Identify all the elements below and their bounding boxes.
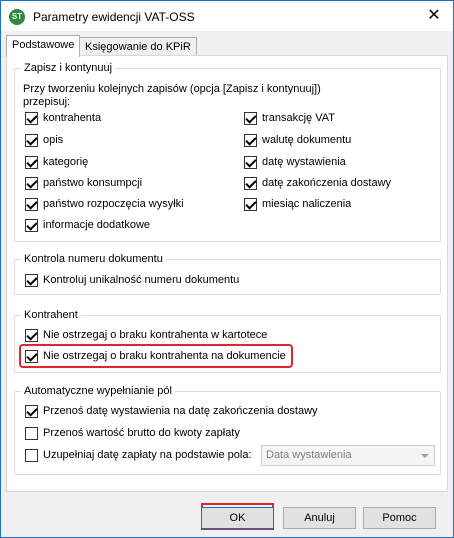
- checkbox-label: informacje dodatkowe: [43, 219, 151, 231]
- chevron-down-icon[interactable]: [421, 454, 429, 458]
- checkbox-label: kontrahenta: [43, 112, 102, 124]
- tab-ksiegowanie-kpir[interactable]: Księgowanie do KPiR: [79, 37, 197, 56]
- date-source-select[interactable]: Data wystawienia: [261, 445, 435, 466]
- ok-button[interactable]: OK: [201, 507, 274, 529]
- checkbox-date-zakonczenia-dostawy[interactable]: datę zakończenia dostawy: [244, 175, 391, 191]
- checkbox-box[interactable]: [25, 404, 38, 418]
- checkbox-box[interactable]: [244, 197, 257, 211]
- checkbox-label: państwo rozpoczęcia wysyłki: [43, 198, 184, 210]
- checkbox-label: datę wystawienia: [262, 156, 346, 168]
- checkbox-label: Przenoś datę wystawienia na datę zakończ…: [43, 405, 318, 417]
- checkbox-informacje-dodatkowe[interactable]: informacje dodatkowe: [25, 217, 150, 233]
- dialog-window: ST Parametry ewidencji VAT-OSS ✕ Podstaw…: [0, 0, 454, 538]
- checkbox-panstwo-rozpoczecia[interactable]: państwo rozpoczęcia wysyłki: [25, 196, 184, 212]
- info-line-1: Przy tworzeniu kolejnych zapisów (opcja …: [23, 83, 321, 95]
- checkbox-kontrahenta[interactable]: kontrahenta: [25, 110, 101, 126]
- checkbox-label: Nie ostrzegaj o braku kontrahenta na dok…: [43, 350, 286, 362]
- select-value: Data wystawienia: [266, 449, 352, 461]
- checkbox-label: Przenoś wartość brutto do kwoty zapłaty: [43, 427, 240, 439]
- checkbox-label: transakcję VAT: [262, 112, 335, 124]
- cancel-button[interactable]: Anuluj: [283, 507, 356, 529]
- checkbox-kategorie[interactable]: kategorię: [25, 154, 88, 170]
- checkbox-przenos-wartosc-brutto[interactable]: Przenoś wartość brutto do kwoty zapłaty: [25, 425, 240, 441]
- group-legend: Kontrola numeru dokumentu: [21, 253, 166, 265]
- group-legend: Zapisz i kontynuuj: [21, 62, 116, 74]
- checkbox-nie-ostrzegaj-dokument[interactable]: Nie ostrzegaj o braku kontrahenta na dok…: [25, 348, 286, 364]
- checkbox-box[interactable]: [25, 155, 38, 169]
- checkbox-box[interactable]: [25, 328, 38, 342]
- checkbox-box[interactable]: [25, 133, 38, 147]
- checkbox-box[interactable]: [244, 155, 257, 169]
- checkbox-box[interactable]: [244, 133, 257, 147]
- checkbox-walute-dokumentu[interactable]: walutę dokumentu: [244, 132, 351, 148]
- checkbox-label: miesiąc naliczenia: [262, 198, 352, 210]
- checkbox-label: kategorię: [43, 156, 89, 168]
- checkbox-date-wystawienia[interactable]: datę wystawienia: [244, 154, 346, 170]
- checkbox-label: Uzupełniaj datę zapłaty na podstawie pol…: [43, 449, 252, 461]
- checkbox-panstwo-konsumpcji[interactable]: państwo konsumpcji: [25, 175, 142, 191]
- tab-podstawowe[interactable]: Podstawowe: [6, 35, 81, 57]
- checkbox-kontroluj-unikalnosc[interactable]: Kontroluj unikalność numeru dokumentu: [25, 272, 239, 288]
- checkbox-box[interactable]: [244, 111, 257, 125]
- help-button[interactable]: Pomoc: [363, 507, 436, 529]
- checkbox-transakcje-vat[interactable]: transakcję VAT: [244, 110, 335, 126]
- checkbox-label: Kontroluj unikalność numeru dokumentu: [43, 274, 240, 286]
- checkbox-uzupelniaj-date-zaplaty[interactable]: Uzupełniaj datę zapłaty na podstawie pol…: [25, 447, 252, 463]
- checkbox-label: opis: [43, 134, 64, 146]
- checkbox-box[interactable]: [244, 176, 257, 190]
- checkbox-label: walutę dokumentu: [262, 134, 352, 146]
- app-logo-icon: ST: [9, 9, 25, 25]
- group-legend: Automatyczne wypełnianie pól: [21, 385, 175, 397]
- group-legend: Kontrahent: [21, 309, 81, 321]
- checkbox-przenos-date-wystawienia[interactable]: Przenoś datę wystawienia na datę zakończ…: [25, 403, 318, 419]
- checkbox-box[interactable]: [25, 349, 38, 363]
- checkbox-miesiac-naliczenia[interactable]: miesiąc naliczenia: [244, 196, 351, 212]
- info-line-2: przepisuj:: [23, 96, 71, 108]
- checkbox-box[interactable]: [25, 176, 38, 190]
- checkbox-nie-ostrzegaj-kartoteka[interactable]: Nie ostrzegaj o braku kontrahenta w kart…: [25, 327, 267, 343]
- checkbox-label: datę zakończenia dostawy: [262, 177, 392, 189]
- checkbox-box[interactable]: [25, 111, 38, 125]
- title-bar: ST Parametry ewidencji VAT-OSS ✕: [1, 1, 453, 31]
- checkbox-label: Nie ostrzegaj o braku kontrahenta w kart…: [43, 329, 268, 341]
- close-icon[interactable]: ✕: [423, 5, 445, 27]
- checkbox-box[interactable]: [25, 218, 38, 232]
- checkbox-label: państwo konsumpcji: [43, 177, 143, 189]
- checkbox-box[interactable]: [25, 197, 38, 211]
- info-text: Przy tworzeniu kolejnych zapisów (opcja …: [23, 83, 321, 109]
- checkbox-box[interactable]: [25, 448, 38, 462]
- checkbox-opis[interactable]: opis: [25, 132, 63, 148]
- checkbox-box[interactable]: [25, 426, 38, 440]
- checkbox-box[interactable]: [25, 273, 38, 287]
- window-title: Parametry ewidencji VAT-OSS: [33, 10, 195, 24]
